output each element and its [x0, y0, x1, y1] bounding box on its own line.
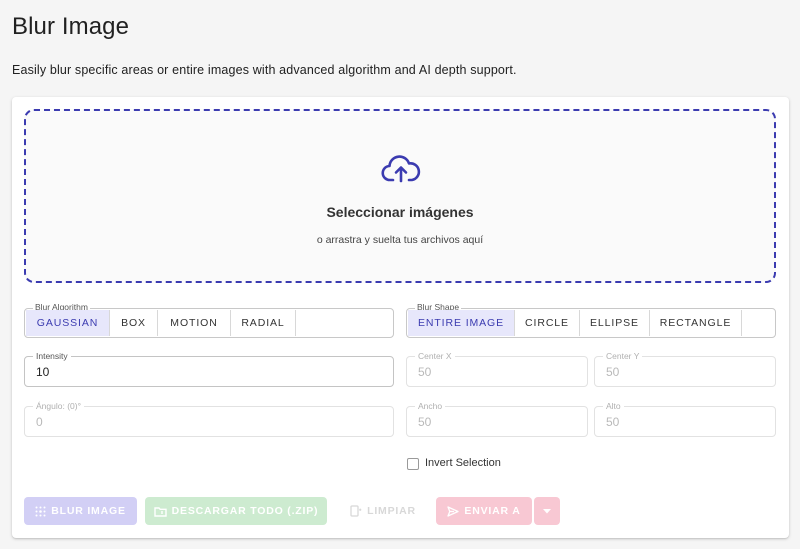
image-dropzone[interactable]: Seleccionar imágenes o arrastra y suelta…: [24, 109, 776, 283]
height-label: Alto: [603, 401, 624, 411]
center-x-field[interactable]: Center X 50: [406, 351, 588, 387]
send-to-label: ENVIAR A: [464, 505, 521, 517]
center-y-field[interactable]: Center Y 50: [594, 351, 776, 387]
invert-selection-checkbox[interactable]: [407, 458, 419, 470]
height-field[interactable]: Alto 50: [594, 401, 776, 437]
blur-image-button[interactable]: BLUR IMAGE: [24, 497, 137, 525]
dropzone-title: Seleccionar imágenes: [326, 204, 474, 220]
shape-option-rectangle[interactable]: RECTANGLE: [650, 310, 742, 336]
angle-field[interactable]: Ángulo: (0)° 0: [24, 401, 394, 437]
send-to-button[interactable]: ENVIAR A: [436, 497, 532, 525]
shape-option-circle[interactable]: CIRCLE: [515, 310, 580, 336]
invert-selection-label[interactable]: Invert Selection: [425, 457, 501, 469]
algorithm-option-box[interactable]: BOX: [110, 310, 158, 336]
algorithm-option-motion[interactable]: MOTION: [158, 310, 231, 336]
blur-shape-group: Blur Shape ENTIRE IMAGE CIRCLE ELLIPSE R…: [406, 302, 776, 338]
algorithm-option-gaussian[interactable]: GAUSSIAN: [26, 310, 110, 336]
center-x-value: 50: [418, 365, 432, 379]
send-to-menu-button[interactable]: [534, 497, 560, 525]
shape-option-ellipse[interactable]: ELLIPSE: [580, 310, 650, 336]
center-x-label: Center X: [415, 351, 455, 361]
width-field[interactable]: Ancho 50: [406, 401, 588, 437]
chevron-down-icon: [543, 508, 551, 513]
intensity-field[interactable]: Intensity 10: [24, 351, 394, 387]
intensity-label: Intensity: [33, 351, 71, 361]
send-icon: [447, 505, 460, 517]
algorithm-option-radial[interactable]: RADIAL: [231, 310, 296, 336]
width-value: 50: [418, 415, 432, 429]
download-zip-button[interactable]: DESCARGAR TODO (.ZIP): [145, 497, 327, 525]
height-value: 50: [606, 415, 620, 429]
clear-list-icon: [350, 505, 362, 517]
shape-option-entire-image[interactable]: ENTIRE IMAGE: [408, 310, 515, 336]
dropzone-subtitle: o arrastra y suelta tus archivos aquí: [316, 234, 484, 246]
center-y-label: Center Y: [603, 351, 643, 361]
intensity-value: 10: [36, 365, 50, 379]
page-title: Blur Image: [12, 13, 130, 40]
cloud-upload-icon: [381, 155, 421, 183]
folder-zip-icon: [153, 506, 167, 517]
angle-value: 0: [36, 415, 43, 429]
center-y-value: 50: [606, 365, 620, 379]
clear-button[interactable]: LIMPIAR: [338, 497, 428, 525]
width-label: Ancho: [415, 401, 446, 411]
blur-tool-card: Seleccionar imágenes o arrastra y suelta…: [12, 97, 789, 538]
page-description: Easily blur specific areas or entire ima…: [12, 63, 517, 77]
angle-label: Ángulo: (0)°: [33, 401, 84, 411]
download-zip-label: DESCARGAR TODO (.ZIP): [171, 505, 319, 517]
blur-image-label: BLUR IMAGE: [51, 505, 126, 517]
blur-grid-icon: [35, 506, 46, 516]
blur-algorithm-group: Blur Algorithm GAUSSIAN BOX MOTION RADIA…: [24, 302, 394, 338]
clear-label: LIMPIAR: [367, 505, 416, 517]
